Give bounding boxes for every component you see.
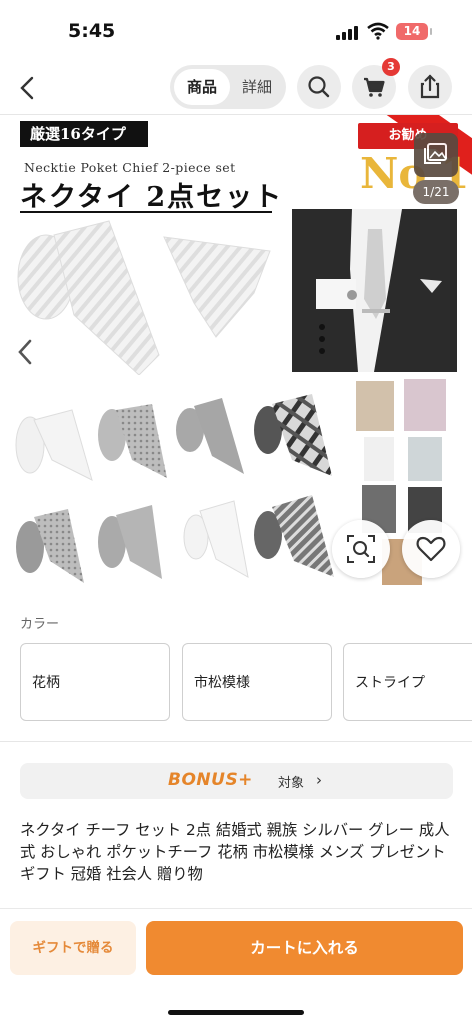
cart-count-badge: 3	[382, 58, 400, 76]
image-search-icon	[347, 535, 375, 563]
share-icon	[420, 74, 440, 99]
bonus-target-text: 対象	[278, 776, 305, 791]
color-option-floral[interactable]: 花柄	[20, 643, 170, 721]
nav-bar: 商品 詳細 3	[0, 58, 472, 115]
product-subtitle: Necktie Poket Chief 2-piece set	[24, 160, 236, 175]
bonus-banner[interactable]: BONUS+ 対象 ›	[20, 763, 453, 799]
status-bar: 5:45 14	[0, 0, 472, 62]
gallery-icon	[424, 143, 447, 164]
home-indicator	[168, 1010, 304, 1015]
wifi-icon	[367, 22, 389, 40]
status-time: 5:45	[68, 20, 116, 42]
pocket-chief-image	[163, 236, 271, 338]
prev-image-icon[interactable]	[14, 337, 38, 367]
view-toggle: 商品 詳細	[170, 65, 286, 109]
model-photo	[292, 209, 457, 372]
color-section-label: カラー	[20, 617, 60, 632]
back-icon[interactable]	[14, 72, 42, 104]
purchase-footer: ギフトで贈る カートに入れる	[0, 908, 472, 1025]
tab-detail[interactable]: 詳細	[232, 69, 282, 105]
zoom-search-button[interactable]	[332, 520, 390, 578]
add-to-cart-button[interactable]: カートに入れる	[146, 921, 463, 975]
image-counter: 1/21	[413, 180, 459, 204]
section-divider	[0, 741, 472, 742]
heart-icon	[416, 536, 446, 562]
battery-level: 14	[403, 24, 421, 38]
share-button[interactable]	[408, 65, 452, 109]
battery-icon: 14	[396, 23, 432, 40]
bonus-logo: BONUS+	[168, 770, 253, 790]
product-image-carousel[interactable]: 厳選16タイプ Necktie Poket Chief 2-piece set …	[0, 115, 472, 600]
signal-icon	[336, 25, 360, 40]
gift-button[interactable]: ギフトで贈る	[10, 921, 136, 975]
color-option-checkered[interactable]: 市松模様	[182, 643, 332, 721]
tie-variants-row-1	[15, 394, 332, 481]
product-description: ネクタイ チーフ セット 2点 結婚式 親族 シルバー グレー 成人式 おしゃれ…	[20, 821, 450, 883]
selection-badge: 厳選16タイプ	[20, 121, 148, 147]
color-option-stripe[interactable]: ストライプ	[343, 643, 472, 721]
tie-variants-row-2	[16, 495, 334, 583]
title-rule	[20, 211, 272, 213]
search-icon	[308, 76, 330, 98]
favorite-button[interactable]	[402, 520, 460, 578]
tab-product[interactable]: 商品	[174, 69, 230, 105]
chevron-right-icon: ›	[316, 771, 322, 789]
search-button[interactable]	[297, 65, 341, 109]
gallery-button[interactable]	[414, 133, 458, 177]
product-title-image: ネクタイ 2点セット	[20, 182, 284, 213]
